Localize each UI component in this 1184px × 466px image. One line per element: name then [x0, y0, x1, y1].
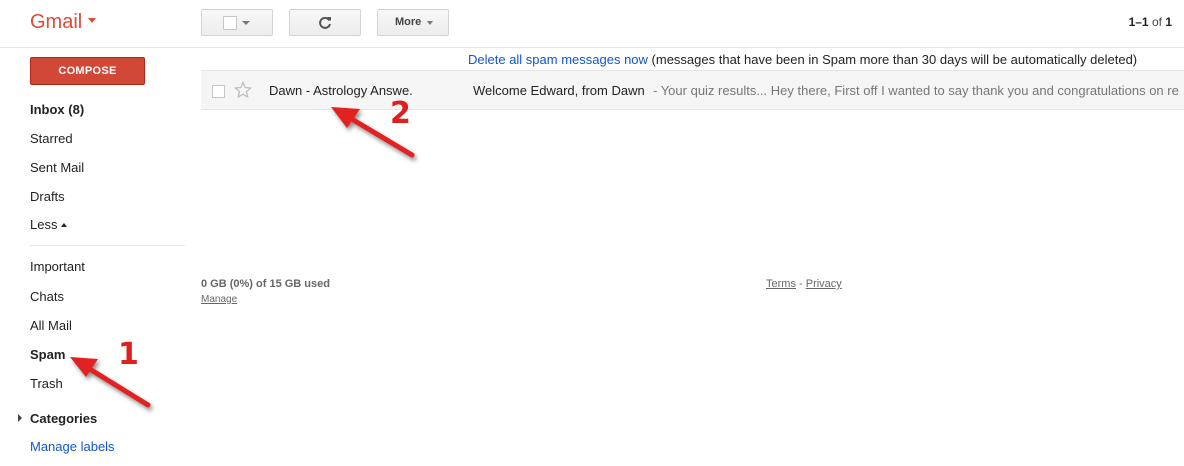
annotation-number-1: 1	[118, 337, 139, 372]
annotation-arrows	[70, 107, 415, 408]
annotation-number-2: 2	[390, 96, 411, 131]
